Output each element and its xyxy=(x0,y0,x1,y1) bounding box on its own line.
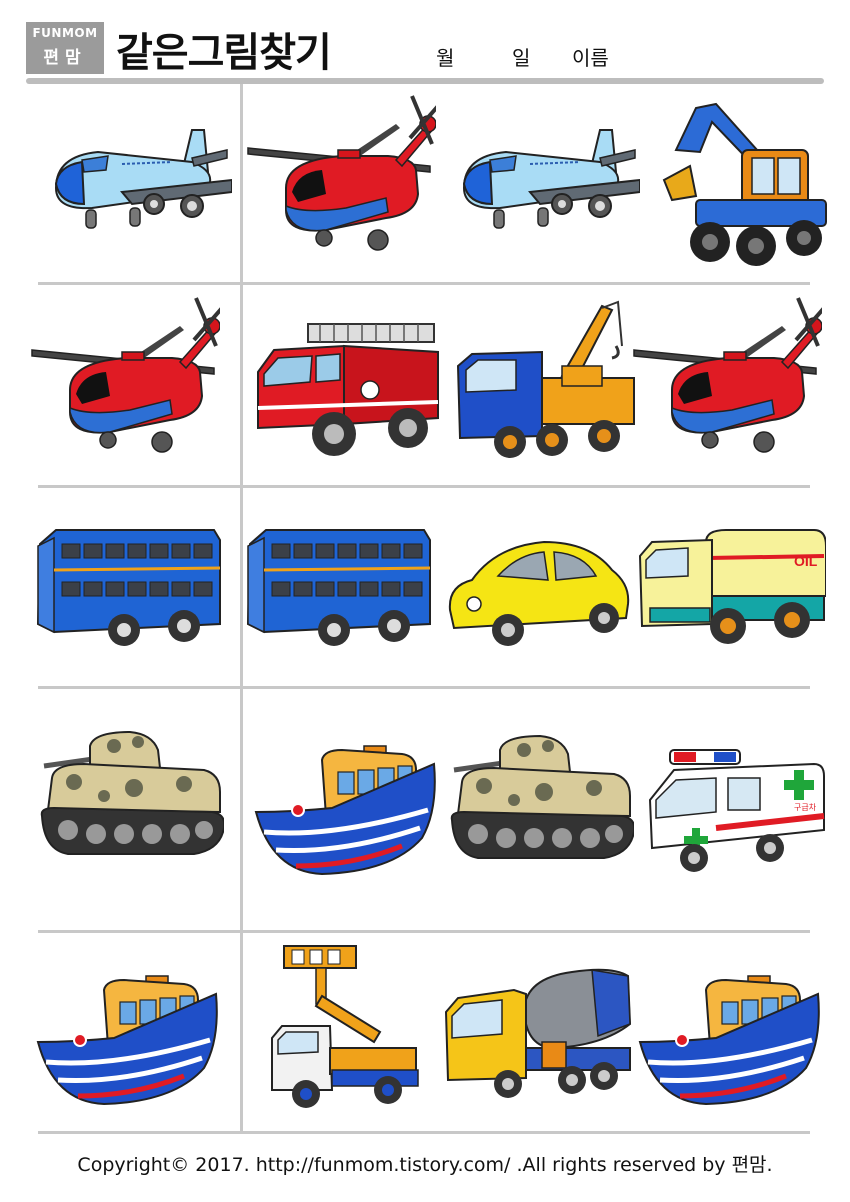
double-decker-bus-picture[interactable] xyxy=(34,500,224,670)
excavator-picture[interactable] xyxy=(656,100,846,270)
logo-text-top: FUNMOM xyxy=(32,26,98,40)
ambulance-side-label: 구급차 xyxy=(794,803,817,812)
grid-row-divider xyxy=(38,282,810,285)
cement-mixer-truck-picture[interactable] xyxy=(442,950,632,1120)
oil-tanker-truck-picture[interactable]: OIL xyxy=(636,500,826,670)
grid-row-divider xyxy=(38,1131,810,1134)
tow-truck-picture[interactable] xyxy=(452,296,642,466)
grid-row-divider xyxy=(38,485,810,488)
tank-picture[interactable] xyxy=(34,716,224,886)
name-label: 이름 xyxy=(572,46,609,70)
grid-row-divider xyxy=(38,686,810,689)
helicopter-picture[interactable] xyxy=(30,296,220,466)
day-label: 일 xyxy=(512,46,531,70)
boat-picture[interactable] xyxy=(34,950,224,1120)
grid-vertical-divider xyxy=(240,84,243,1134)
page-title: 같은그림찾기 xyxy=(116,30,332,76)
copyright-footer: Copyright© 2017. http://funmom.tistory.c… xyxy=(77,1154,773,1176)
helicopter-picture[interactable] xyxy=(632,296,822,466)
double-decker-bus-picture[interactable] xyxy=(244,500,434,670)
boat-picture[interactable] xyxy=(636,950,826,1120)
tank-picture[interactable] xyxy=(444,720,634,890)
helicopter-picture[interactable] xyxy=(246,94,436,264)
fire-truck-picture[interactable] xyxy=(252,296,442,466)
funmom-logo: FUNMOM 편맘 xyxy=(26,22,104,74)
aerial-lift-truck-picture[interactable] xyxy=(262,940,452,1110)
airplane-picture[interactable] xyxy=(42,100,232,270)
grid-row-divider xyxy=(38,930,810,933)
yellow-car-picture[interactable] xyxy=(444,500,634,670)
month-label: 월 xyxy=(436,46,455,70)
tank-oil-label: OIL xyxy=(794,553,818,569)
ambulance-picture[interactable]: 구급차 xyxy=(644,730,834,900)
boat-picture[interactable] xyxy=(252,720,442,890)
logo-text-bottom: 편맘 xyxy=(43,48,87,68)
airplane-picture[interactable] xyxy=(450,100,640,270)
header-divider xyxy=(26,78,824,84)
